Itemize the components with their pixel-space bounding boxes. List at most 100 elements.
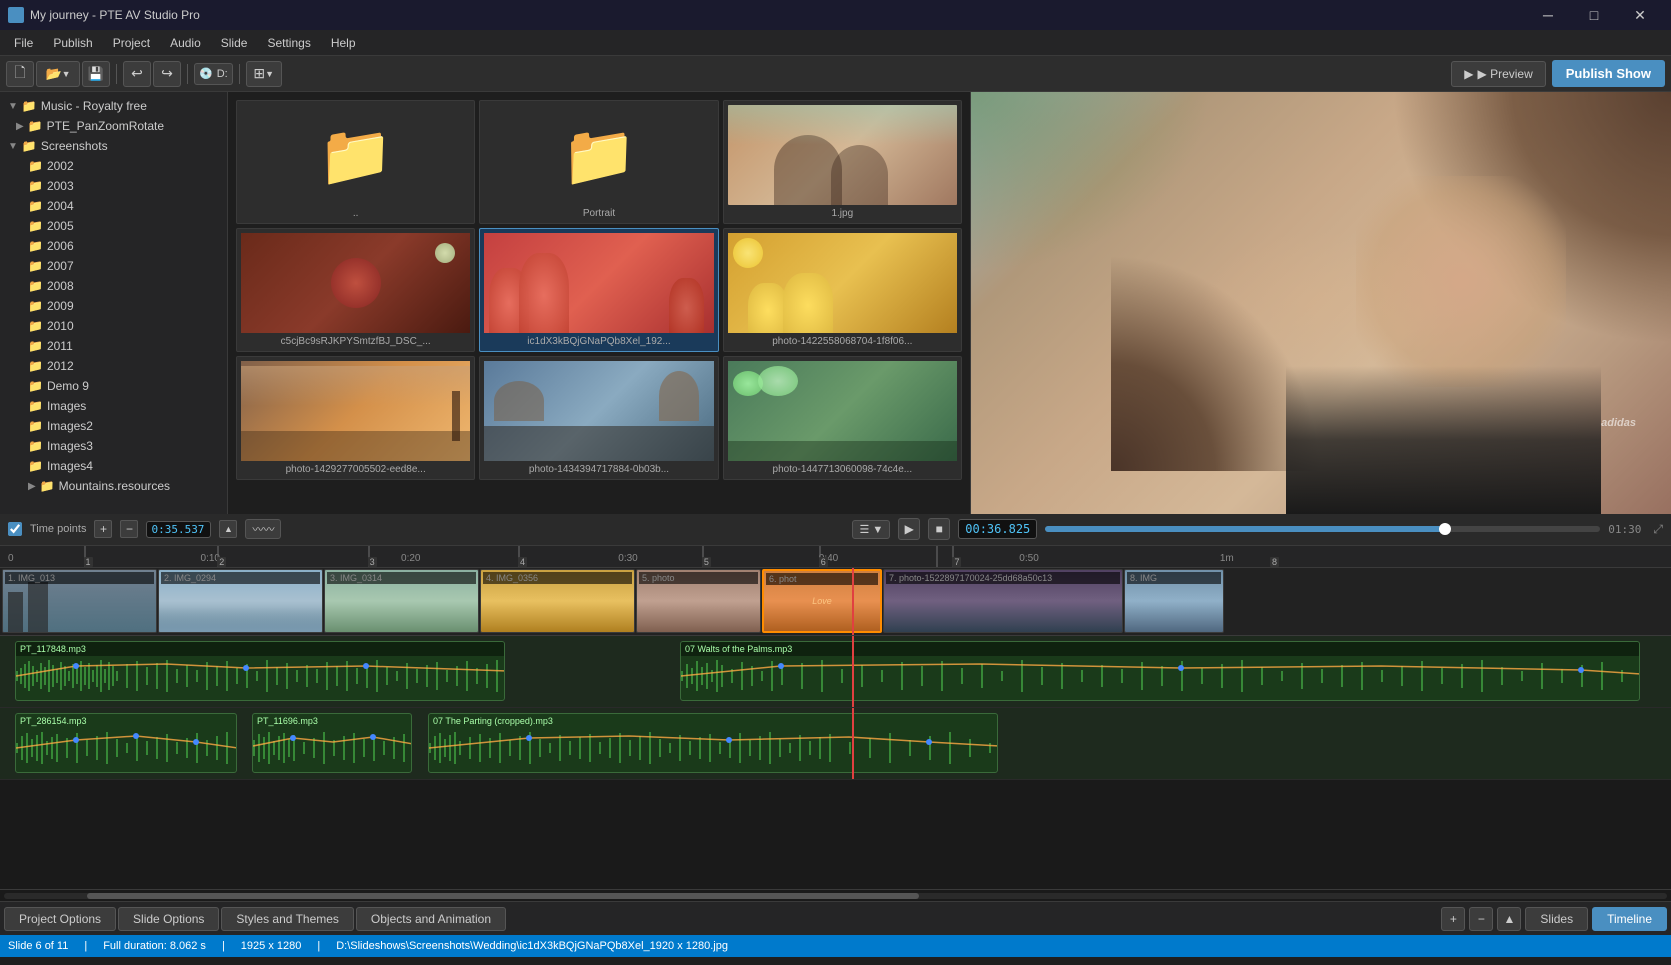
slide-2[interactable]: 2. IMG_0294 xyxy=(158,569,323,633)
horizontal-scrollbar[interactable] xyxy=(0,889,1671,901)
envelope-point[interactable] xyxy=(1578,667,1584,673)
stop-button[interactable]: ■ xyxy=(928,518,950,540)
tree-item-images[interactable]: 📁 Images xyxy=(0,396,227,416)
slide-7[interactable]: 7. photo-1522897170024-25dd68a50c13 xyxy=(883,569,1123,633)
audio-clip-parting[interactable]: 07 The Parting (cropped).mp3 xyxy=(428,713,998,773)
tree-item-2011[interactable]: 📁 2011 xyxy=(0,336,227,356)
thumb-photo-1429[interactable]: photo-1429277005502-eed8e... xyxy=(236,356,475,480)
zoom-out-button[interactable]: − xyxy=(1469,907,1493,931)
tree-item-2004[interactable]: 📁 2004 xyxy=(0,196,227,216)
thumb-1jpg[interactable]: 1.jpg xyxy=(723,100,962,224)
timepoints-label: Time points xyxy=(30,523,86,535)
objects-animation-button[interactable]: Objects and Animation xyxy=(356,907,506,931)
tree-item-demo9[interactable]: 📁 Demo 9 xyxy=(0,376,227,396)
menu-audio[interactable]: Audio xyxy=(160,30,211,56)
minimize-button[interactable]: ─ xyxy=(1525,0,1571,30)
audio-clip-pt11696[interactable]: PT_11696.mp3 xyxy=(252,713,412,773)
project-options-button[interactable]: Project Options xyxy=(4,907,116,931)
thumb-portrait-folder[interactable]: 📁 Portrait xyxy=(479,100,718,224)
thumb-ic1d[interactable]: ic1dX3kBQjGNaPQb8Xel_192... xyxy=(479,228,718,352)
audio-clip-pt286154[interactable]: PT_286154.mp3 xyxy=(15,713,237,773)
menu-publish[interactable]: Publish xyxy=(43,30,102,56)
zoom-in-button[interactable]: + xyxy=(1441,907,1465,931)
tree-item-2003[interactable]: 📁 2003 xyxy=(0,176,227,196)
menu-settings[interactable]: Settings xyxy=(257,30,320,56)
new-button[interactable]: 🗋 xyxy=(6,61,34,87)
thumb-photo-1422[interactable]: photo-1422558068704-1f8f06... xyxy=(723,228,962,352)
timepoint-remove-button[interactable]: − xyxy=(120,520,138,538)
styles-themes-button[interactable]: Styles and Themes xyxy=(221,907,354,931)
main-area: ▼ 📁 Music - Royalty free ▶ 📁 PTE_PanZoom… xyxy=(0,92,1671,935)
envelope-point[interactable] xyxy=(363,663,369,669)
separator-3 xyxy=(239,64,240,84)
menu-project[interactable]: Project xyxy=(103,30,160,56)
tree-item-pte[interactable]: ▶ 📁 PTE_PanZoomRotate xyxy=(0,116,227,136)
envelope-point[interactable] xyxy=(243,665,249,671)
thumb-photo-1447[interactable]: photo-1447713060098-74c4e... xyxy=(723,356,962,480)
tree-item-2006[interactable]: 📁 2006 xyxy=(0,236,227,256)
slide-6[interactable]: Love 6. phot xyxy=(762,569,882,633)
slide-number-3: 3 xyxy=(368,557,377,567)
tree-item-images4[interactable]: 📁 Images4 xyxy=(0,456,227,476)
tree-label-images4: Images4 xyxy=(47,459,93,473)
envelope-point[interactable] xyxy=(778,663,784,669)
tree-item-screenshots[interactable]: ▼ 📁 Screenshots xyxy=(0,136,227,156)
menu-help[interactable]: Help xyxy=(321,30,366,56)
preview-button[interactable]: ▶ ▶ Preview xyxy=(1451,61,1545,87)
timepoint-value-input[interactable] xyxy=(146,521,211,538)
open-button[interactable]: 📂 ▼ xyxy=(36,61,80,87)
slide-1[interactable]: 1. IMG_013 xyxy=(2,569,157,633)
envelope-point[interactable] xyxy=(73,663,79,669)
timepoint-add-button[interactable]: + xyxy=(94,520,112,538)
slide-number-5: 5 xyxy=(702,557,711,567)
publish-show-button[interactable]: Publish Show xyxy=(1552,60,1665,87)
waveform-svg xyxy=(16,656,505,696)
tree-item-2008[interactable]: 📁 2008 xyxy=(0,276,227,296)
redo-button[interactable]: ↪ xyxy=(153,61,181,87)
tree-item-2010[interactable]: 📁 2010 xyxy=(0,316,227,336)
save-button[interactable]: 💾 xyxy=(82,61,110,87)
thumb-parent-folder[interactable]: 📁 .. xyxy=(236,100,475,224)
envelope-point[interactable] xyxy=(1178,665,1184,671)
zoom-fit-button[interactable]: ▲ xyxy=(1497,907,1521,931)
thumb-photo-1434[interactable]: photo-1434394717884-0b03b... xyxy=(479,356,718,480)
timeline-view-button[interactable]: Timeline xyxy=(1592,907,1667,931)
tree-item-2007[interactable]: 📁 2007 xyxy=(0,256,227,276)
tree-item-2005[interactable]: 📁 2005 xyxy=(0,216,227,236)
timeline-menu-button[interactable]: ☰ ▼ xyxy=(852,520,890,539)
folder-icon: 📁 xyxy=(28,359,43,373)
undo-button[interactable]: ↩ xyxy=(123,61,151,87)
audio-clip-label: 07 The Parting (cropped).mp3 xyxy=(429,714,997,728)
timepoint-up-button[interactable]: ▲ xyxy=(219,520,237,538)
tree-item-mountains[interactable]: ▶ 📁 Mountains.resources xyxy=(0,476,227,496)
audio-clip-pt117848[interactable]: PT_117848.mp3 xyxy=(15,641,505,701)
view-toggle[interactable]: ⊞ ▼ xyxy=(246,61,282,87)
tree-item-2002[interactable]: 📁 2002 xyxy=(0,156,227,176)
folder-icon: 📁 xyxy=(22,99,37,113)
thumb-c5cj[interactable]: c5cjBc9sRJKPYSmtzfBJ_DSC_... xyxy=(236,228,475,352)
slide-4[interactable]: 4. IMG_0356 xyxy=(480,569,635,633)
expand-button[interactable]: ⤢ xyxy=(1653,522,1663,537)
drive-selector[interactable]: 💿 D: xyxy=(194,63,233,85)
scrollbar-thumb[interactable] xyxy=(87,893,919,899)
slide-options-button[interactable]: Slide Options xyxy=(118,907,219,931)
slide-5[interactable]: 5. photo xyxy=(636,569,761,633)
scrubber-thumb[interactable] xyxy=(1439,523,1451,535)
tree-item-images2[interactable]: 📁 Images2 xyxy=(0,416,227,436)
tree-item-2009[interactable]: 📁 2009 xyxy=(0,296,227,316)
slide-3[interactable]: 3. IMG_0314 xyxy=(324,569,479,633)
timepoints-checkbox[interactable] xyxy=(8,522,22,536)
play-button[interactable]: ▶ xyxy=(898,518,920,540)
menu-slide[interactable]: Slide xyxy=(211,30,258,56)
slides-view-button[interactable]: Slides xyxy=(1525,907,1588,931)
timeline-scrubber[interactable] xyxy=(1045,526,1600,532)
waveform-mode-button[interactable]: 〰〰 xyxy=(245,519,281,539)
slide-8[interactable]: 8. IMG xyxy=(1124,569,1224,633)
audio-clip-walts[interactable]: 07 Walts of the Palms.mp3 xyxy=(680,641,1640,701)
tree-item-2012[interactable]: 📁 2012 xyxy=(0,356,227,376)
menu-file[interactable]: File xyxy=(4,30,43,56)
maximize-button[interactable]: □ xyxy=(1571,0,1617,30)
tree-item-music[interactable]: ▼ 📁 Music - Royalty free xyxy=(0,96,227,116)
tree-item-images3[interactable]: 📁 Images3 xyxy=(0,436,227,456)
close-button[interactable]: ✕ xyxy=(1617,0,1663,30)
